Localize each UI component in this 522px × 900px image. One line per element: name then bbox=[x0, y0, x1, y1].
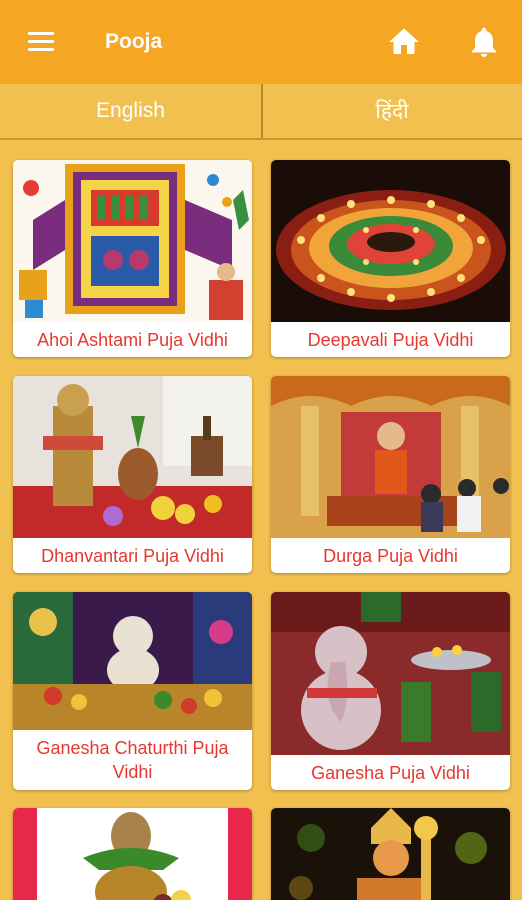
durga-image bbox=[271, 376, 510, 538]
puja-card-label: Ahoi Ashtami Puja Vidhi bbox=[37, 329, 228, 350]
tab-hindi[interactable]: हिंदी bbox=[262, 84, 522, 138]
puja-grid: Ahoi Ashtami Puja Vidhi Deepavali Puja V… bbox=[0, 140, 522, 900]
puja-card[interactable] bbox=[13, 808, 252, 900]
deepavali-image bbox=[271, 160, 510, 322]
app-title: Pooja bbox=[105, 30, 163, 53]
puja-card-ganesha[interactable]: Ganesha Puja Vidhi bbox=[271, 592, 510, 790]
puja-card-image bbox=[13, 808, 252, 900]
notifications-button[interactable] bbox=[466, 24, 502, 60]
puja-card-label: Ganesha Puja Vidhi bbox=[311, 762, 470, 783]
tab-english[interactable]: English bbox=[0, 84, 261, 138]
puja-card[interactable] bbox=[271, 808, 510, 900]
home-button[interactable] bbox=[386, 24, 422, 60]
puja-card-image bbox=[271, 808, 510, 900]
puja-card-label: Deepavali Puja Vidhi bbox=[307, 329, 474, 350]
puja-card-deepavali[interactable]: Deepavali Puja Vidhi bbox=[271, 160, 510, 357]
puja-card-durga[interactable]: Durga Puja Vidhi bbox=[271, 376, 510, 573]
language-tabs: English हिंदी bbox=[0, 84, 522, 140]
puja-card-label: Dhanvantari Puja Vidhi bbox=[41, 545, 224, 566]
hamburger-menu-icon bbox=[28, 32, 54, 35]
home-icon bbox=[389, 28, 419, 54]
ganesha-image bbox=[271, 592, 510, 755]
dhanvantari-image bbox=[13, 376, 252, 538]
menu-button[interactable] bbox=[18, 28, 62, 58]
puja-card-ahoi-ashtami[interactable]: Ahoi Ashtami Puja Vidhi bbox=[13, 160, 252, 357]
puja-card-label: Ganesha Chaturthi Puja Vidhi bbox=[36, 738, 229, 782]
app-bar: Pooja bbox=[0, 0, 522, 84]
puja-card-dhanvantari[interactable]: Dhanvantari Puja Vidhi bbox=[13, 376, 252, 573]
ahoi-ashtami-image bbox=[13, 160, 252, 322]
ganesha-chaturthi-image bbox=[13, 592, 252, 730]
bell-icon bbox=[472, 27, 496, 57]
puja-card-ganesha-chaturthi[interactable]: Ganesha Chaturthi Puja Vidhi bbox=[13, 592, 252, 790]
puja-card-label: Durga Puja Vidhi bbox=[323, 545, 458, 566]
